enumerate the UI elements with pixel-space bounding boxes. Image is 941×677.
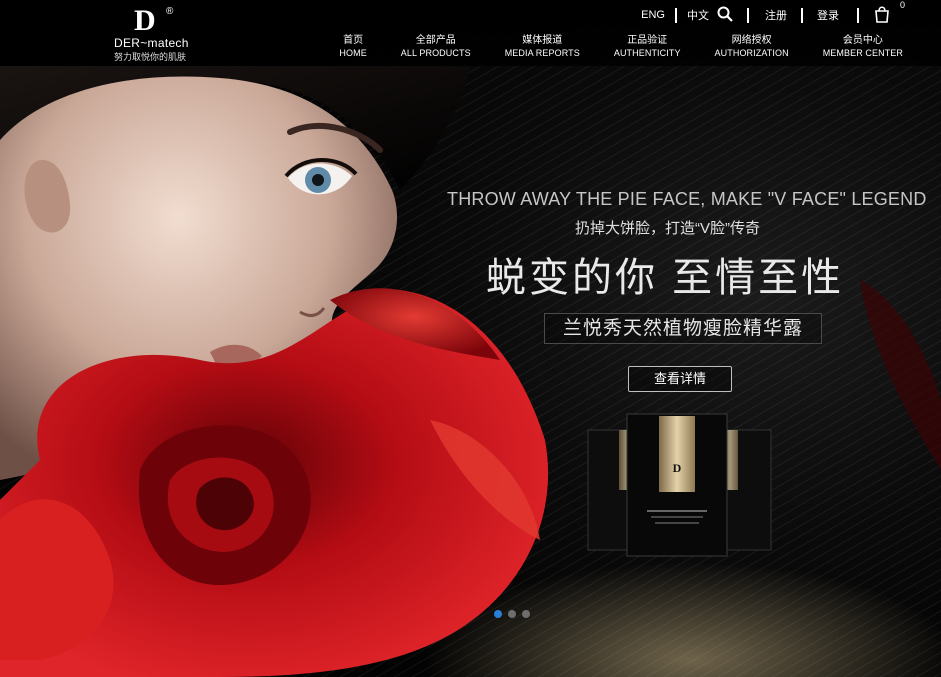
slide-subtitle-cn: 扔掉大饼脸，打造“V脸”传奇	[575, 220, 760, 237]
nav-label-cn: 会员中心	[842, 35, 883, 46]
logo-mark: D	[134, 4, 156, 37]
divider	[801, 7, 803, 23]
nav-label-en: AUTHENTICITY	[613, 48, 681, 58]
nav-item-member-center[interactable]: 会员中心 MEMBER CENTER	[823, 35, 903, 60]
product-boxes-image: D	[587, 413, 772, 557]
brand-tagline: 努力取悦你的肌肤	[114, 52, 187, 62]
nav-label-cn: 网络授权	[731, 35, 772, 46]
nav-label-cn: 首页	[343, 35, 364, 46]
nav-item-authenticity[interactable]: 正品验证 AUTHENTICITY	[614, 35, 681, 60]
brand-logo[interactable]: D ® DER~matech 努力取悦你的肌肤	[112, 4, 192, 64]
nav-label-en: AUTHORIZATION	[714, 48, 789, 58]
nav-label-en: HOME	[339, 48, 367, 58]
svg-text:D: D	[673, 461, 682, 475]
nav-label-cn: 媒体报道	[522, 35, 563, 46]
language-english-link[interactable]: ENG	[641, 9, 665, 21]
slide-headline-cn: 蜕变的你 至情至性	[486, 256, 845, 300]
nav-label-en: MEMBER CENTER	[822, 48, 903, 58]
slider-pagination	[494, 610, 536, 618]
slide-headline-en: THROW AWAY THE PIE FACE, MAKE "V FACE" L…	[447, 189, 927, 209]
main-navigation: 首页 HOME 全部产品 ALL PRODUCTS 媒体报道 MEDIA REP…	[339, 35, 903, 60]
slider-dot[interactable]	[522, 610, 530, 618]
language-chinese-link[interactable]: 中文	[687, 7, 709, 23]
nav-label-cn: 正品验证	[627, 35, 668, 46]
site-header: D ® DER~matech 努力取悦你的肌肤 ENG 中文 注册 登录 0 首…	[0, 0, 941, 66]
registered-mark: ®	[166, 6, 174, 17]
slider-dot[interactable]	[508, 610, 516, 618]
divider	[675, 7, 677, 23]
shopping-bag-icon[interactable]: 0	[873, 0, 905, 25]
slide-product-name: 兰悦秀天然植物瘦脸精华露	[544, 313, 822, 344]
brand-name: DER~matech	[114, 36, 189, 50]
divider	[747, 7, 749, 23]
nav-item-authorization[interactable]: 网络授权 AUTHORIZATION	[715, 35, 789, 60]
nav-item-all-products[interactable]: 全部产品 ALL PRODUCTS	[401, 35, 471, 60]
search-icon[interactable]	[717, 6, 733, 25]
view-details-button[interactable]: 查看详情	[628, 366, 732, 392]
utility-bar: ENG 中文 注册 登录 0	[641, 0, 905, 25]
slider-dot[interactable]	[494, 610, 502, 618]
login-link[interactable]: 登录	[817, 7, 839, 23]
nav-label-en: ALL PRODUCTS	[400, 48, 471, 58]
cart-count: 0	[899, 0, 905, 10]
nav-label-en: MEDIA REPORTS	[504, 48, 580, 58]
nav-item-home[interactable]: 首页 HOME	[339, 35, 366, 60]
register-link[interactable]: 注册	[765, 7, 787, 23]
nav-label-cn: 全部产品	[415, 35, 456, 46]
nav-item-media-reports[interactable]: 媒体报道 MEDIA REPORTS	[505, 35, 580, 60]
divider	[857, 7, 859, 23]
